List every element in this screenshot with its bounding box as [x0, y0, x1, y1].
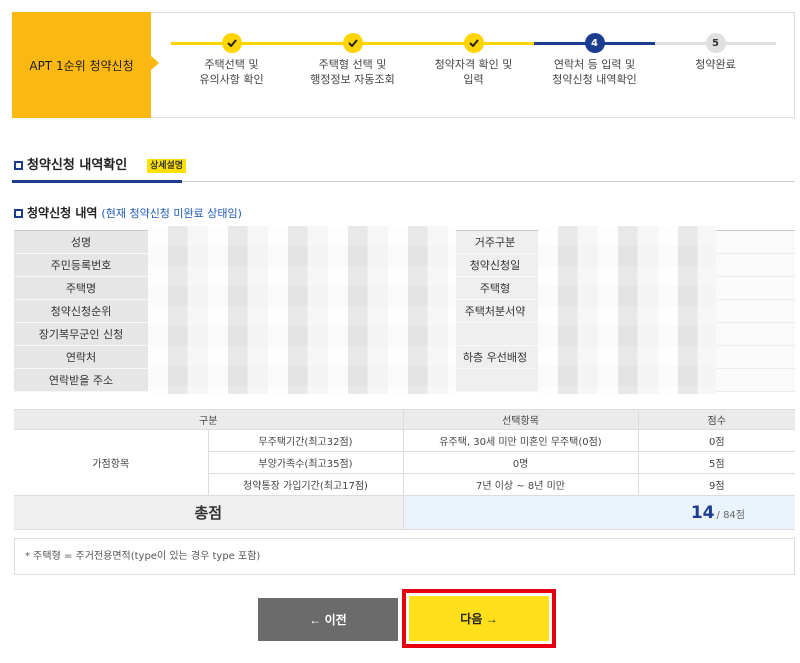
step-marker: 5 [705, 33, 726, 53]
field-label: 장기복무군인 신청 [14, 322, 148, 346]
step-label: 연락처 등 입력 및 청약신청 내역확인 [534, 57, 655, 87]
field-label: 청약신청일 [452, 253, 538, 277]
step-label-line: 유의사항 확인 [199, 73, 264, 86]
table-row: 가점항목 무주택기간(최고32점) 유주택, 30세 미만 미혼인 무주택(0점… [14, 429, 795, 496]
square-bullet-icon [14, 209, 23, 218]
column-header-category: 구분 [14, 409, 404, 430]
step-label-line: 연락처 등 입력 및 [553, 58, 636, 71]
step-label-line: 행정정보 자동조회 [310, 73, 395, 86]
step-label-line: 청약신청 내역확인 [552, 73, 637, 86]
field-label: 주택명 [14, 276, 148, 300]
step-label: 청약완료 [655, 57, 776, 72]
score-selection: 7년 이상 ~ 8년 미만 [402, 473, 639, 496]
step-3: 청약자격 확인 및 입력 [413, 13, 534, 117]
score-value: 9점 [637, 473, 795, 496]
step-marker [342, 33, 363, 53]
footnote: * 주택형 = 주거전용면적(type이 있는 경우 type 포함) [14, 538, 795, 575]
column-header-selection: 선택항목 [402, 409, 639, 430]
section-divider [182, 181, 795, 182]
field-label: 주민등록번호 [14, 253, 148, 277]
check-icon [468, 39, 479, 47]
score-selection: 0명 [402, 451, 639, 474]
field-label: 성명 [14, 230, 148, 254]
total-row: 총점 14/ 84점 [14, 495, 795, 530]
sub-heading: 청약신청 내역 (현재 청약신청 미완료 상태임) [27, 205, 242, 222]
section-title: 청약신청 내역확인 [27, 158, 128, 173]
redacted-values-left [148, 226, 456, 394]
score-value: 0점 [637, 429, 795, 452]
previous-button[interactable]: ← 이전 [258, 598, 398, 641]
score-item: 부양가족수(최고35점) [208, 451, 404, 474]
step-2: 주택형 선택 및 행정정보 자동조회 [292, 13, 413, 117]
square-bullet-icon [14, 161, 23, 170]
score-selection: 유주택, 30세 미만 미혼인 무주택(0점) [402, 429, 639, 452]
step-marker: 4 [584, 33, 605, 53]
step-4: 4 연락처 등 입력 및 청약신청 내역확인 [534, 13, 655, 117]
application-title: APT 1순위 청약신청 [12, 12, 159, 118]
field-label: 주택처분서약 [452, 299, 538, 323]
check-icon [226, 39, 237, 47]
step-5: 5 청약완료 [655, 13, 776, 117]
score-item: 청약통장 가입기간(최고17점) [208, 473, 404, 496]
column-header-score: 점수 [637, 409, 795, 430]
step-marker [463, 33, 484, 53]
step-label-line: 청약완료 [695, 58, 736, 71]
step-marker [221, 33, 242, 53]
section-underline [12, 180, 182, 183]
step-label: 주택선택 및 유의사항 확인 [171, 57, 292, 87]
step-label: 주택형 선택 및 행정정보 자동조회 [292, 57, 413, 87]
score-value: 5점 [637, 451, 795, 474]
field-label [452, 322, 538, 346]
score-item: 무주택기간(최고32점) [207, 429, 404, 452]
total-score-max: / 84점 [716, 509, 745, 521]
step-label-line: 주택형 선택 및 [318, 58, 387, 71]
redacted-values-right [538, 226, 716, 394]
status-note: (현재 청약신청 미완료 상태임) [101, 207, 242, 220]
total-score: 14/ 84점 [402, 495, 795, 530]
field-label: 하층 우선배정 [452, 345, 538, 369]
field-label: 거주구분 [452, 230, 538, 254]
next-button[interactable]: 다음 → [409, 596, 549, 641]
total-label: 총점 [14, 495, 404, 530]
detail-help-button[interactable]: 상세설명 [147, 159, 186, 173]
table-header-row: 구분 선택항목 점수 [14, 409, 795, 430]
group-label: 가점항목 [14, 429, 209, 496]
field-label [452, 368, 538, 392]
field-label: 연락처 [14, 345, 148, 369]
step-progress: APT 1순위 청약신청 주택선택 및 유의사항 확인 주택형 선택 및 행정정… [12, 12, 795, 118]
sub-heading-title: 청약신청 내역 [27, 206, 98, 220]
field-label: 주택형 [452, 276, 538, 300]
step-label-line: 청약자격 확인 및 [434, 58, 513, 71]
field-label: 연락받을 주소 [14, 368, 148, 392]
step-1: 주택선택 및 유의사항 확인 [171, 13, 292, 117]
total-score-value: 14 [690, 502, 715, 523]
step-label: 청약자격 확인 및 입력 [413, 57, 534, 87]
check-icon [347, 39, 358, 47]
step-label-line: 입력 [463, 73, 484, 86]
score-table: 구분 선택항목 점수 가점항목 무주택기간(최고32점) 유주택, 30세 미만… [14, 409, 795, 530]
field-label: 청약신청순위 [14, 299, 148, 323]
step-label-line: 주택선택 및 [204, 58, 259, 71]
